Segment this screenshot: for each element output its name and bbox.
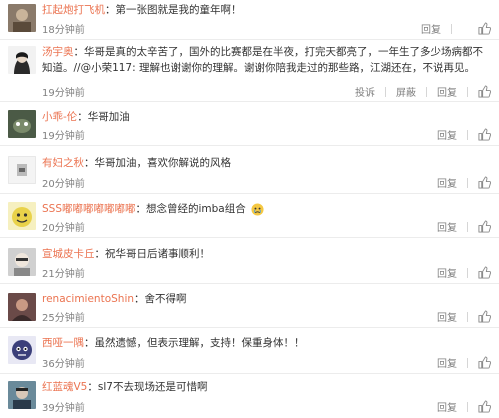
like-icon[interactable] [478,220,491,233]
avatar[interactable] [8,293,36,321]
comment-time: 20分钟前 [42,179,85,190]
username-link[interactable]: 小乖-伦 [42,111,77,123]
avatar[interactable] [8,248,36,276]
like-icon[interactable] [478,22,491,35]
username-link[interactable]: 宣城皮卡丘 [42,248,95,260]
comment-item: 红蓝魂V5：sl7不去现场还是可惜啊 39分钟前 回复 [0,374,499,418]
comment-time: 19分钟前 [42,131,85,142]
report-button[interactable]: 投诉 [355,84,375,99]
comment-text: 华哥加油，喜欢你解说的风格 [94,157,232,169]
comment-time: 19分钟前 [42,88,85,99]
comment-text: 虽然遗憾，但表示理解，支持！保重身体！！ [94,337,305,349]
comment-text: 想念曾经的imba组合 [146,203,246,215]
comment-time: 36分钟前 [42,359,85,370]
comment-text: 舍不得啊 [144,293,187,305]
reply-button[interactable]: 回复 [437,309,457,324]
username-link[interactable]: 红蓝魂V5 [42,381,87,393]
comment-item: 宣城皮卡丘：祝华哥日后诸事顺利！ 21分钟前 回复 [0,238,499,284]
comment-time: 20分钟前 [42,223,85,234]
comment-item: renacimientoShin：舍不得啊 25分钟前 回复 [0,284,499,328]
reply-button[interactable]: 回复 [437,399,457,414]
like-icon[interactable] [478,128,491,141]
comment-text: 华哥加油 [87,111,130,123]
avatar[interactable] [8,46,36,74]
reply-button[interactable]: 回复 [437,219,457,234]
comment-list: 扛起炮打飞机：第一张图就是我的童年啊！ 18分钟前 回复 汤宇奥：华哥是真的太辛… [0,0,499,418]
username-link[interactable]: 汤宇奥 [42,46,74,58]
reply-button[interactable]: 回复 [437,175,457,190]
like-icon[interactable] [478,266,491,279]
comment-time: 21分钟前 [42,269,85,280]
comment-item: 汤宇奥：华哥是真的太辛苦了，国外的比赛都是在半夜，打完天都亮了，一年生了多少场病… [0,40,499,102]
avatar[interactable] [8,4,36,32]
comment-item: 西哑一隅：虽然遗憾，但表示理解，支持！保重身体！！ 36分钟前 回复 [0,328,499,374]
like-icon[interactable] [478,85,491,98]
comment-item: 小乖-伦：华哥加油 19分钟前 回复 [0,102,499,146]
avatar[interactable] [8,110,36,138]
comment-text: 第一张图就是我的童年啊！ [115,4,242,16]
comment-text: 祝华哥日后诸事顺利！ [105,248,210,260]
reply-button[interactable]: 回复 [437,84,457,99]
reply-button[interactable]: 回复 [437,265,457,280]
comment-text: 华哥是真的太辛苦了，国外的比赛都是在半夜，打完天都亮了，一年生了多少场病都不知道… [42,46,483,74]
avatar[interactable] [8,156,36,184]
like-icon[interactable] [478,310,491,323]
like-icon[interactable] [478,400,491,413]
like-icon[interactable] [478,176,491,189]
username-link[interactable]: 西哑一隅 [42,337,84,349]
crying-emoji-icon [251,202,264,216]
username-link[interactable]: SSS嘟嘟嘟嘟嘟嘟嘟 [42,203,136,215]
avatar[interactable] [8,381,36,409]
reply-button[interactable]: 回复 [421,21,441,36]
comment-time: 25分钟前 [42,313,85,324]
reply-button[interactable]: 回复 [437,355,457,370]
comment-item: SSS嘟嘟嘟嘟嘟嘟嘟：想念曾经的imba组合 20分钟前 回复 [0,194,499,238]
username-link[interactable]: 扛起炮打飞机 [42,4,105,16]
comment-item: 有妇之秋：华哥加油，喜欢你解说的风格 20分钟前 回复 [0,146,499,194]
block-button[interactable]: 屏蔽 [396,84,416,99]
username-link[interactable]: renacimientoShin [42,293,134,305]
like-icon[interactable] [478,356,491,369]
comment-time: 18分钟前 [42,25,85,36]
comment-text: sl7不去现场还是可惜啊 [97,381,208,393]
avatar[interactable] [8,202,36,230]
comment-time: 39分钟前 [42,403,85,414]
username-link[interactable]: 有妇之秋 [42,157,84,169]
comment-item: 扛起炮打飞机：第一张图就是我的童年啊！ 18分钟前 回复 [0,0,499,40]
reply-button[interactable]: 回复 [437,127,457,142]
avatar[interactable] [8,336,36,364]
